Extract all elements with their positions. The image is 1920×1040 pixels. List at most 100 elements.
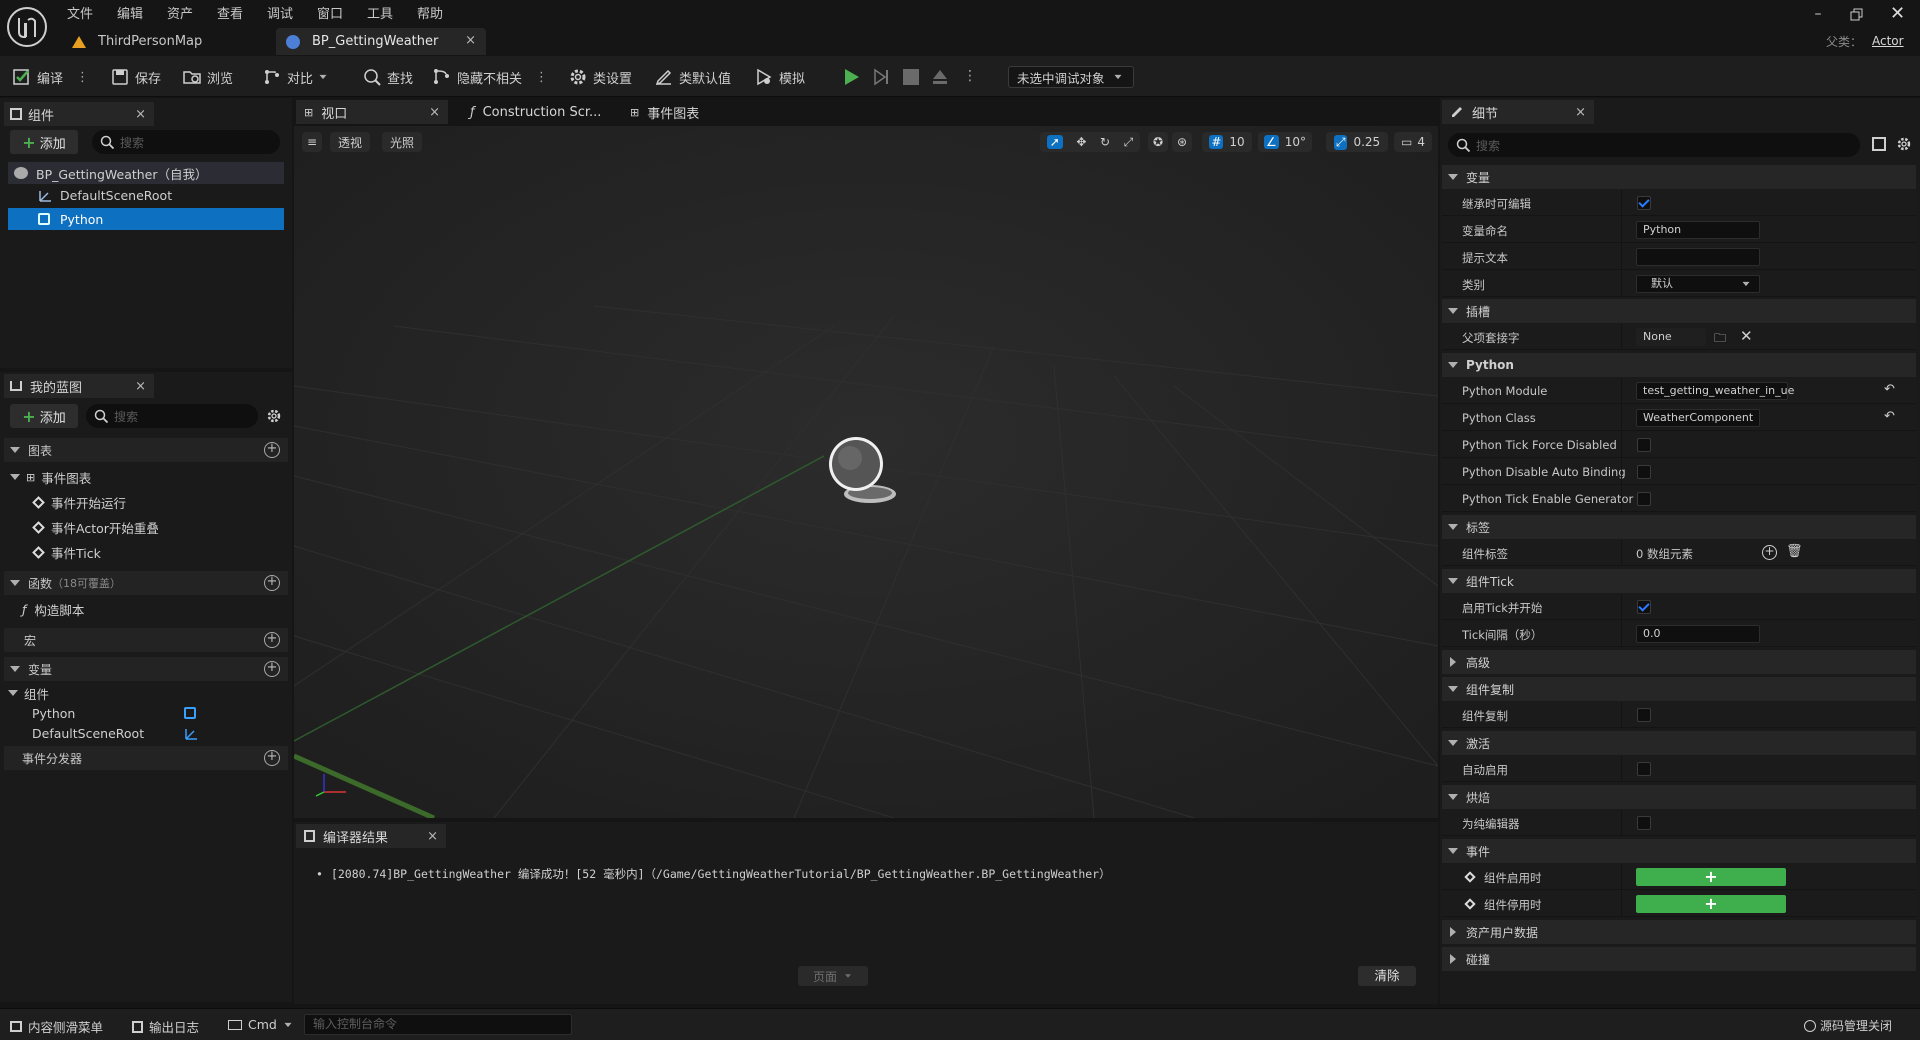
event-item-beginplay[interactable]: 事件开始运行 [32,491,126,513]
python-module-input[interactable]: test_getting_weather_in_ue [1636,382,1794,400]
details-section-variables[interactable]: 变量 [1442,165,1916,189]
camera-speed-button[interactable]: ▭ 4 [1394,132,1432,152]
details-section-advanced[interactable]: 高级 [1442,650,1916,674]
eject-button[interactable] [930,67,950,87]
reset-to-default-icon[interactable]: ↶ [1884,409,1895,424]
add-variable-button[interactable]: + [264,661,280,677]
event-item-actor-overlap[interactable]: 事件Actor开始重叠 [32,516,159,538]
editable-on-inherit-checkbox[interactable] [1637,196,1651,210]
tab-event-graph[interactable]: ⊞ 事件图表 [622,100,742,124]
add-component-button[interactable]: + 添加 [10,130,78,154]
blueprint-search-input[interactable]: 搜索 [86,404,258,428]
components-tab[interactable]: 组件 × [4,102,154,126]
components-group[interactable]: 组件 [8,682,49,704]
step-button[interactable] [872,67,892,87]
close-icon[interactable]: × [135,379,146,394]
event-item-tick[interactable]: 事件Tick [32,541,101,563]
page-dropdown[interactable]: 页面 [798,966,868,986]
details-section-activation[interactable]: 激活 [1442,731,1916,755]
gear-icon[interactable] [1896,136,1912,152]
grid-snap-button[interactable]: # 10 [1202,132,1252,152]
tab-construction-script[interactable]: ƒ Construction Scr... [462,100,612,124]
scale-snap-button[interactable]: ⤢ 0.25 [1326,132,1388,152]
component-row-self[interactable]: BP_GettingWeather（自我） [8,162,284,184]
add-on-activated-event-button[interactable]: + [1636,868,1786,886]
details-section-collision[interactable]: 碰撞 [1442,947,1916,971]
hide-unrelated-options-icon[interactable]: ⋮ [535,70,548,85]
perspective-button[interactable]: 透视 [330,132,370,152]
category-dropdown[interactable]: 默认 [1636,275,1760,293]
menu-edit[interactable]: 编辑 [117,3,143,22]
component-row-python[interactable]: Python [8,208,284,230]
tick-interval-input[interactable]: 0.0 [1636,625,1760,643]
world-local-toggle[interactable]: ✪ [1148,132,1168,152]
close-icon[interactable]: × [465,33,476,48]
stop-button[interactable] [903,69,919,85]
menu-asset[interactable]: 资产 [167,3,193,22]
construction-script-item[interactable]: ƒ 构造脚本 [22,598,84,620]
details-section-sockets[interactable]: 插槽 [1442,299,1916,323]
compiler-results-tab[interactable]: 编译器结果 × [296,824,446,848]
close-icon[interactable]: × [1575,105,1586,120]
details-section-python[interactable]: Python [1442,353,1916,377]
save-button[interactable]: 保存 [110,65,161,89]
macros-section-header[interactable]: 宏 + [4,628,288,652]
tooltip-input[interactable] [1636,248,1760,266]
parent-socket-value[interactable]: None [1636,328,1706,346]
details-section-tags[interactable]: 标签 [1442,515,1916,539]
scale-icon[interactable]: ⤢ [1124,135,1134,150]
debug-target-dropdown[interactable]: 未选中调试对象 [1008,66,1134,88]
compile-button[interactable]: 编译 ⋮ [12,65,89,89]
parent-class-link[interactable]: Actor [1872,34,1904,48]
details-search-input[interactable]: 搜索 [1448,133,1860,157]
details-section-events[interactable]: 事件 [1442,839,1916,863]
clear-button[interactable]: 清除 [1358,966,1416,986]
close-icon[interactable]: × [427,829,438,844]
class-defaults-button[interactable]: 类默认值 [654,65,731,89]
disable-auto-binding-checkbox[interactable] [1637,465,1651,479]
dispatchers-section-header[interactable]: 事件分发器 + [4,746,288,770]
variable-item-defaultsceneroot[interactable]: DefaultSceneRoot [32,722,202,744]
reset-to-default-icon[interactable]: ↶ [1884,382,1895,397]
close-icon[interactable]: × [429,105,440,120]
variable-item-python[interactable]: Python [32,702,202,724]
browse-button[interactable]: 浏览 [182,65,233,89]
console-command-input[interactable]: 输入控制台命令 [304,1014,572,1035]
close-window-button[interactable]: ✕ [1890,3,1905,24]
gear-icon[interactable] [266,408,282,424]
add-blueprint-item-button[interactable]: + 添加 [10,404,78,428]
details-section-component-tick[interactable]: 组件Tick [1442,569,1916,593]
tab-viewport[interactable]: ⊞ 视口 × [296,100,448,124]
variables-section-header[interactable]: 变量 + [4,657,288,681]
component-row-defaultsceneroot[interactable]: DefaultSceneRoot [8,184,284,206]
content-drawer-button[interactable]: 内容侧滑菜单 [10,1017,103,1036]
variable-name-input[interactable]: Python [1636,221,1760,239]
menu-file[interactable]: 文件 [67,3,93,22]
trash-icon[interactable]: 🗑 [1786,544,1803,559]
menu-view[interactable]: 查看 [217,3,243,22]
play-button[interactable] [842,67,862,87]
viewport[interactable] [294,126,1438,818]
unreal-logo-icon[interactable] [6,6,48,48]
surface-snap-toggle[interactable]: ⊛ [1172,132,1192,152]
close-icon[interactable]: × [135,107,146,122]
viewport-menu-button[interactable]: ≡ [302,132,322,152]
menu-debug[interactable]: 调试 [267,3,293,22]
menu-help[interactable]: 帮助 [417,3,443,22]
simulate-button[interactable]: 模拟 [754,65,805,89]
start-with-tick-checkbox[interactable] [1637,600,1651,614]
tab-bp-gettingweather[interactable]: BP_GettingWeather × [276,28,486,55]
add-dispatcher-button[interactable]: + [264,750,280,766]
graphs-section-header[interactable]: 图表 + [4,438,288,462]
compile-options-icon[interactable]: ⋮ [76,70,89,85]
property-matrix-icon[interactable] [1872,137,1886,151]
add-macro-button[interactable]: + [264,632,280,648]
output-log-button[interactable]: 输出日志 [132,1017,199,1036]
menu-tools[interactable]: 工具 [367,3,393,22]
details-tab[interactable]: 细节 × [1442,100,1594,124]
add-element-icon[interactable]: + [1762,545,1777,560]
tab-thirdpersonmap[interactable]: ThirdPersonMap [64,28,274,55]
play-options-icon[interactable]: ⋮ [963,68,977,84]
minimize-button[interactable]: – [1808,6,1828,26]
event-graph-item[interactable]: ⊞ 事件图表 [10,466,91,488]
